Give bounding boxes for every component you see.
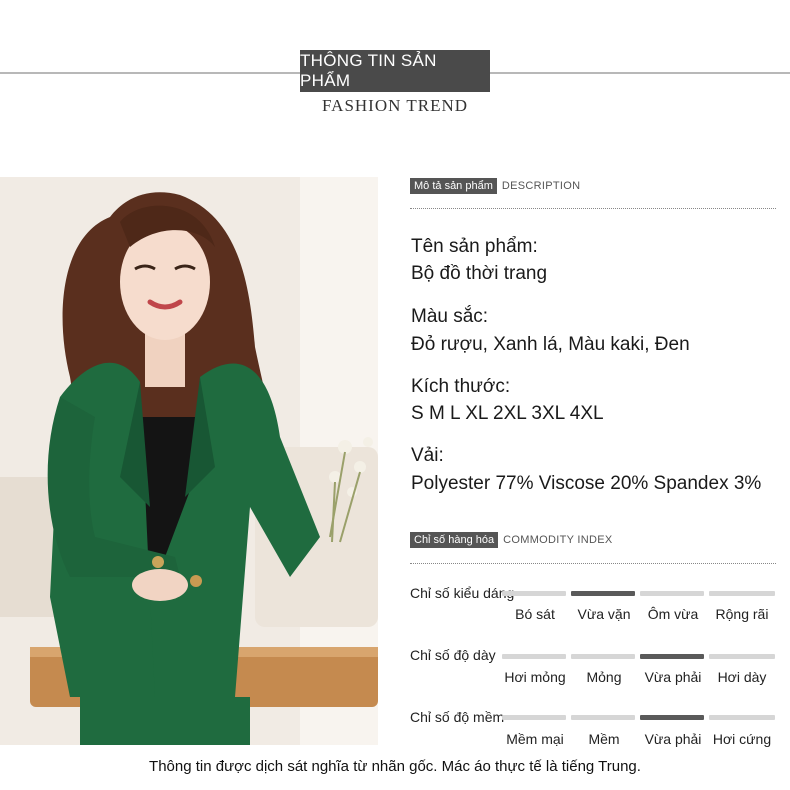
size-value: S M L XL 2XL 3XL 4XL (411, 403, 604, 424)
description-header: Mô tả sản phẩm DESCRIPTION (410, 178, 580, 194)
size-label: Kích thước: (411, 376, 511, 397)
page-subtitle: FASHION TREND (321, 96, 469, 115)
commodity-index-tag-en: COMMODITY INDEX (503, 534, 613, 546)
softness-index-bar (571, 715, 635, 720)
thickness-index-label: Chỉ số độ dày (410, 647, 496, 663)
thickness-option: Hơi mỏng (504, 669, 566, 685)
thickness-index-bar (640, 654, 704, 659)
softness-index-bar (502, 715, 566, 720)
thickness-index-bar (502, 654, 566, 659)
model-illustration (0, 177, 378, 745)
thickness-option: Mỏng (586, 669, 622, 685)
softness-option: Vừa phải (644, 731, 702, 747)
softness-option: Mềm (588, 731, 620, 747)
fit-index-label: Chỉ số kiểu dáng (410, 585, 515, 601)
fit-index-bar (709, 591, 775, 596)
commodity-index-tag: Chỉ số hàng hóa (410, 532, 499, 548)
description-tag: Mô tả sản phẩm (410, 178, 497, 194)
softness-index-bar (709, 715, 775, 720)
softness-index-bar (640, 715, 704, 720)
fit-index-bar (571, 591, 635, 596)
description-divider (410, 208, 776, 209)
thickness-index-bar (571, 654, 635, 659)
fit-index-bar (502, 591, 566, 596)
softness-option: Mềm mại (506, 731, 564, 747)
color-value: Đỏ rượu, Xanh lá, Màu kaki, Đen (411, 334, 690, 355)
thickness-option: Hơi dày (717, 669, 767, 685)
fabric-label: Vải: (411, 445, 444, 466)
softness-option: Hơi cứng (712, 731, 772, 747)
fit-option: Ôm vừa (647, 606, 699, 622)
fit-option: Rộng rãi (715, 606, 769, 622)
fit-option: Bó sát (515, 606, 555, 622)
commodity-index-divider (410, 563, 776, 564)
product-photo (0, 177, 378, 745)
thickness-option: Vừa phải (644, 669, 702, 685)
fabric-value: Polyester 77% Viscose 20% Spandex 3% (411, 473, 762, 494)
translation-note: Thông tin được dịch sát nghĩa từ nhãn gố… (149, 758, 641, 775)
description-tag-en: DESCRIPTION (501, 180, 581, 192)
product-name-value: Bộ đồ thời trang (411, 263, 548, 284)
thickness-index-bar (709, 654, 775, 659)
fit-index-bar (640, 591, 704, 596)
commodity-index-header: Chỉ số hàng hóa COMMODITY INDEX (410, 532, 613, 548)
softness-index-label: Chỉ số độ mềm (410, 709, 505, 725)
product-name-label: Tên sản phẩm: (411, 236, 538, 257)
page-title: THÔNG TIN SẢN PHẨM (300, 50, 490, 92)
color-label: Màu sắc: (411, 306, 489, 327)
fit-option: Vừa vặn (577, 606, 631, 622)
